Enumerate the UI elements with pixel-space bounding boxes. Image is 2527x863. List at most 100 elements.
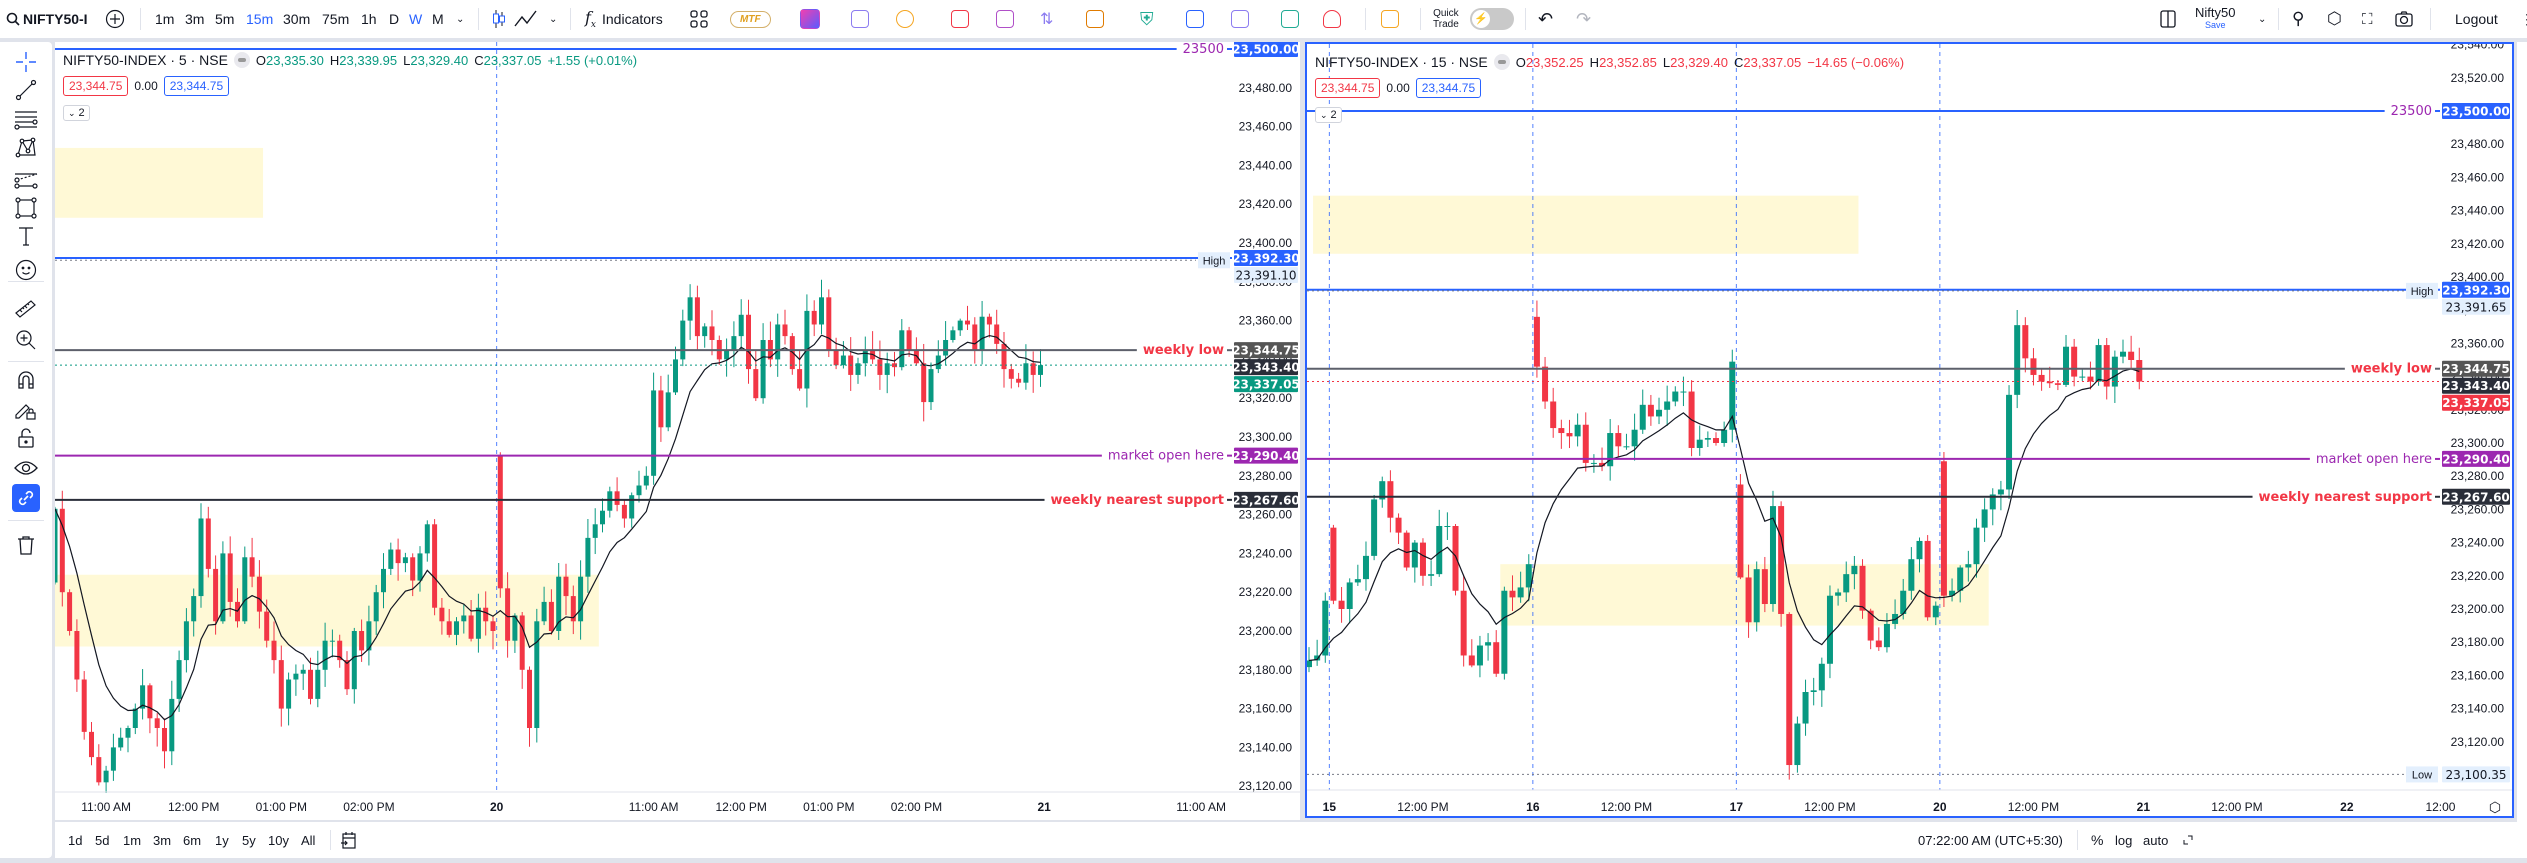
range-5d[interactable]: 5d [95,822,109,858]
indicators-button[interactable]: fx Indicators [585,0,663,38]
goto-date-icon[interactable] [340,822,356,858]
symbol-title[interactable]: NIFTY50-INDEX · 15 · NSE [1315,54,1488,70]
chart-pane-5m[interactable]: 23,120.00 23,140.00 23,160.00 23,180.00 23,2… [55,42,1300,820]
mtf-button[interactable]: MTF [730,0,771,38]
lock-drawings-icon[interactable] [12,396,40,424]
more-vertical-icon[interactable]: ⋮ [2520,0,2527,38]
undo-icon[interactable]: ↶ [1538,0,1553,38]
range-5y[interactable]: 5y [242,822,256,858]
redo-icon[interactable]: ↷ [1576,0,1591,38]
save-label[interactable]: Save [2205,19,2226,32]
horizontal-lines-icon[interactable] [12,105,40,133]
log-scale-button[interactable]: log [2115,822,2132,858]
range-1d[interactable]: 1d [68,822,82,858]
interval-15m[interactable]: 15m [246,0,273,38]
add-symbol-button[interactable] [105,0,125,38]
range-all[interactable]: All [301,822,315,858]
app-icon-1[interactable] [800,9,820,29]
auto-scale-button[interactable]: auto [2143,822,2168,858]
fullscreen-icon[interactable]: ⛶ [2362,0,2373,38]
layout-name-button[interactable]: Nifty50 Save [2195,0,2235,38]
candle-body [527,669,532,728]
chart-pane-15m[interactable]: 23,120.00 23,140.00 23,160.00 23,180.00 23,2… [1305,42,2514,818]
app-icon-9[interactable] [1186,10,1204,28]
intervals-chevron-down-icon[interactable]: ⌄ [456,0,464,38]
interval-30m[interactable]: 30m [283,0,310,38]
interval-75m[interactable]: 75m [322,0,349,38]
app-icon-11[interactable] [1281,10,1299,28]
interval-1h[interactable]: 1h [361,0,377,38]
range-3m[interactable]: 3m [153,822,171,858]
high-value: 23,352.85 [1599,54,1657,70]
candle-body [381,568,386,593]
range-1m[interactable]: 1m [123,822,141,858]
app-icon-5[interactable] [996,10,1014,28]
layout-chevron-down-icon[interactable]: ⌄ [2258,0,2266,38]
rectangle-icon[interactable] [12,194,40,222]
interval-w[interactable]: W [409,0,422,38]
app-icon-2[interactable] [851,10,869,28]
app-icon-4[interactable] [951,10,969,28]
parallel-channel-icon[interactable] [12,166,40,194]
candle-body [1769,506,1776,605]
legend-toggle-button[interactable] [233,52,250,68]
chart-type-button[interactable] [492,0,506,38]
compare-button[interactable] [514,0,538,38]
candle-body [1851,565,1858,575]
templates-button[interactable] [690,0,708,38]
quick-trade-toggle[interactable]: ⚡ [1470,8,1514,30]
range-1y[interactable]: 1y [215,822,229,858]
app-icon-3[interactable] [896,10,914,28]
symbol-search[interactable]: NIFTY50-I [6,0,88,38]
buy-price-button[interactable]: 23,344.75 [163,76,230,96]
app-icon-12[interactable] [1323,10,1341,28]
layout-button[interactable] [2160,0,2176,38]
sell-price-button[interactable]: 23,344.75 [1315,78,1381,98]
magnet-icon[interactable] [12,366,40,394]
app-icon-13[interactable] [1381,10,1399,28]
right-sidebar [2517,42,2527,858]
interval-m[interactable]: M [432,0,444,38]
chart-canvas-15m[interactable]: 23,120.00 23,140.00 23,160.00 23,180.00 23,2… [1307,44,2512,816]
candle [709,310,715,356]
interval-3m[interactable]: 3m [185,0,204,38]
crosshair-icon[interactable] [12,48,40,76]
shield-check-icon[interactable]: ⛨ [1140,0,1154,38]
percent-scale-button[interactable]: % [2091,822,2103,858]
time-axis-label: 21 [2137,800,2151,814]
chevron-down-icon[interactable]: ⌄ [549,0,557,38]
interval-5m[interactable]: 5m [215,0,234,38]
trash-icon[interactable] [12,531,40,559]
chart-canvas-5m[interactable]: 23,120.00 23,140.00 23,160.00 23,180.00 23,2… [55,42,1300,820]
link-icon[interactable] [12,484,40,512]
indicators-collapse-button[interactable]: ⌄ 2 [1315,107,1342,123]
interval-d[interactable]: D [389,0,399,38]
candle [176,650,182,712]
emoji-icon[interactable] [12,256,40,284]
eye-icon[interactable] [12,454,40,482]
expand-icon[interactable] [2183,822,2193,858]
indicators-collapse-button[interactable]: ⌄ 2 [63,105,90,121]
range-10y[interactable]: 10y [268,822,289,858]
app-icon-10[interactable] [1231,10,1249,28]
arrows-updown-icon[interactable]: ⇅ [1040,0,1053,38]
settings-gear-icon[interactable]: ⬡ [2327,0,2342,38]
range-6m[interactable]: 6m [183,822,201,858]
legend-toggle-button[interactable] [1493,54,1510,70]
app-icon-7[interactable] [1086,10,1104,28]
unlock-icon[interactable] [12,424,40,452]
sell-price-button[interactable]: 23,344.75 [63,76,129,96]
interval-1m[interactable]: 1m [155,0,174,38]
ruler-icon[interactable] [12,294,40,322]
text-icon[interactable] [12,222,40,250]
xabcd-pattern-icon[interactable] [12,133,40,161]
camera-icon[interactable] [2395,0,2413,38]
trend-line-icon[interactable] [12,76,40,104]
symbol-title[interactable]: NIFTY50-INDEX · 5 · NSE [63,52,228,68]
quick-search-icon[interactable]: ⚲ [2292,0,2304,38]
zoom-in-icon[interactable] [12,326,40,354]
buy-price-button[interactable]: 23,344.75 [1415,78,1482,98]
logout-button[interactable]: Logout [2455,0,2498,38]
candle-body [1981,509,1988,528]
clock-timezone[interactable]: 07:22:00 AM (UTC+5:30) [1918,822,2063,858]
